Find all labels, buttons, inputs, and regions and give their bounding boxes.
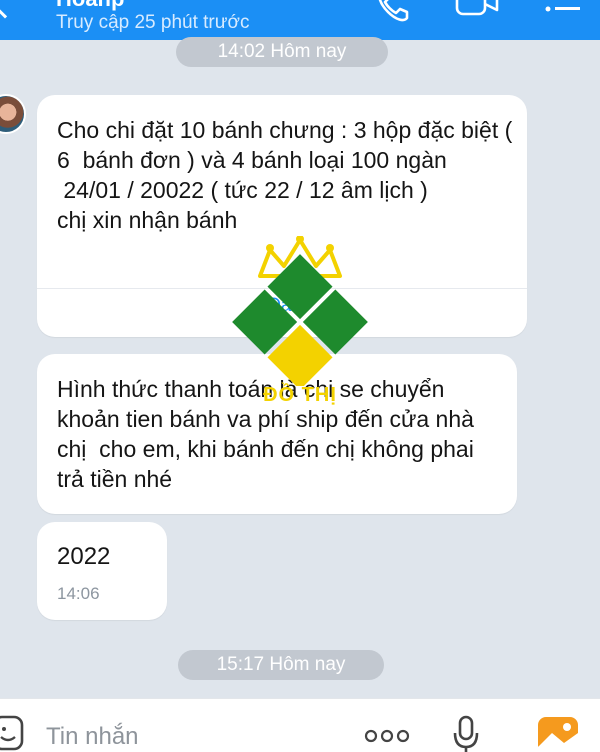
contact-name[interactable]: Hoanp <box>56 0 124 12</box>
image-icon[interactable] <box>536 715 580 752</box>
message-input-bar: Tin nhắn <box>0 698 600 752</box>
more-icon[interactable] <box>364 729 410 743</box>
timestamp-divider: 15:17 Hôm nay <box>178 650 384 680</box>
message-bubble[interactable]: 2022 14:06 <box>37 522 167 620</box>
watermark-emblem <box>232 235 368 390</box>
message-time: 14:06 <box>57 584 100 603</box>
timestamp-divider: 14:02 Hôm nay <box>176 37 388 67</box>
message-input[interactable]: Tin nhắn <box>46 723 139 751</box>
timestamp-label: 14:02 Hôm nay <box>217 41 347 62</box>
message-text: 2022 <box>57 543 111 570</box>
sticker-icon[interactable] <box>0 713 26 752</box>
timestamp-label: 15:17 Hôm nay <box>216 654 346 675</box>
last-seen-status: Truy cập 25 phút trước <box>56 12 250 33</box>
video-call-icon[interactable] <box>454 0 500 20</box>
avatar[interactable] <box>0 94 26 134</box>
menu-icon[interactable] <box>544 0 584 20</box>
chat-header: Hoanp Truy cập 25 phút trước <box>0 0 600 40</box>
watermark-text: ĐỒ THỊ <box>263 384 337 406</box>
message-text: Cho chi đặt 10 bánh chưng : 3 hộp đặc bi… <box>57 117 513 233</box>
back-icon[interactable] <box>0 0 21 19</box>
phone-icon[interactable] <box>374 0 410 22</box>
microphone-icon[interactable] <box>452 715 480 752</box>
watermark-logo: ĐỒ THỊ <box>226 235 374 411</box>
